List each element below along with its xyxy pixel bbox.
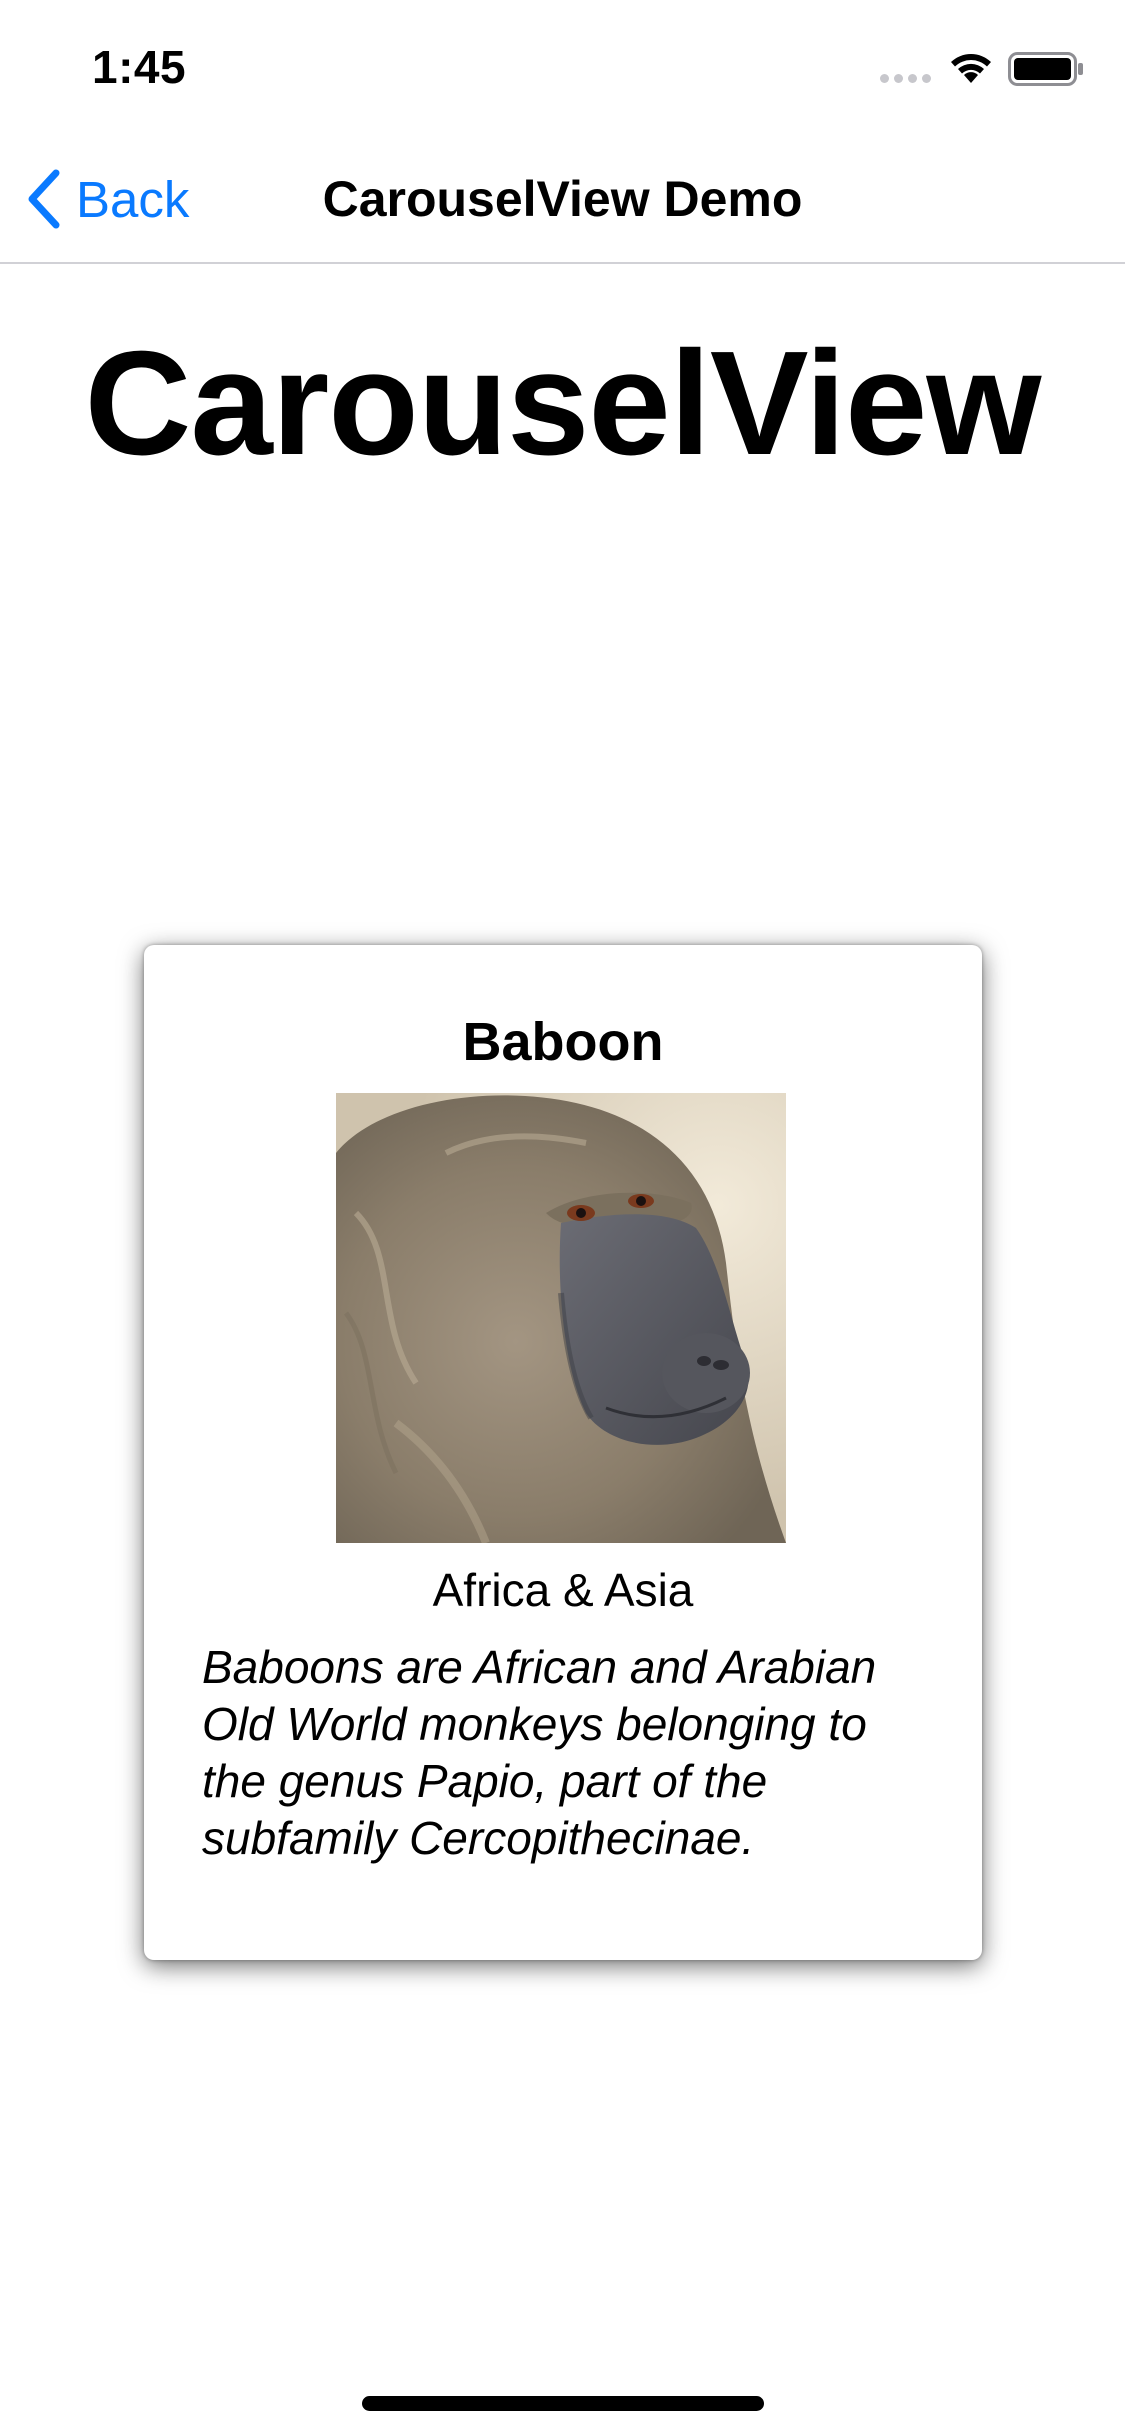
- carousel-view[interactable]: Baboon Africa & Asia Baboons are African…: [0, 900, 1125, 2020]
- home-indicator[interactable]: [362, 2396, 764, 2411]
- status-bar: 1:45: [0, 0, 1125, 132]
- app-screen: 1:45 Back CarouselView Demo CarouselView: [0, 0, 1125, 2436]
- carousel-card[interactable]: Baboon Africa & Asia Baboons are African…: [144, 945, 982, 1960]
- baboon-illustration: [336, 1093, 786, 1543]
- wifi-icon: [951, 54, 991, 83]
- card-description: Baboons are African and Arabian Old Worl…: [202, 1641, 877, 1864]
- page-heading: CarouselView: [84, 321, 1042, 486]
- status-time: 1:45: [92, 41, 187, 93]
- nav-title: CarouselView Demo: [0, 170, 1125, 228]
- card-title: Baboon: [462, 1012, 664, 1072]
- nav-title-text: CarouselView Demo: [322, 171, 803, 227]
- signal-dots-icon: [880, 74, 934, 86]
- card-location: Africa & Asia: [432, 1564, 694, 1616]
- battery-icon: [1008, 52, 1083, 86]
- navigation-bar: Back CarouselView Demo: [0, 132, 1125, 264]
- baboon-photo: [336, 1093, 786, 1543]
